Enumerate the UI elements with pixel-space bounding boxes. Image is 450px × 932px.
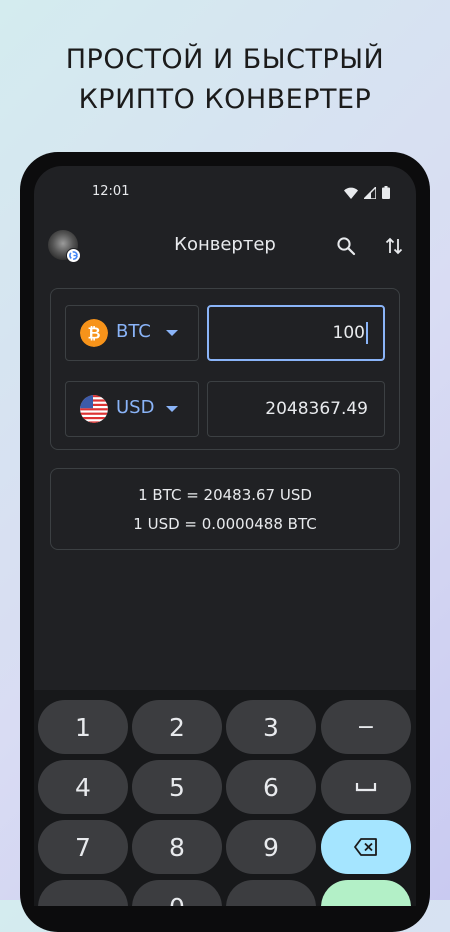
status-bar: 12:01 (34, 184, 416, 204)
key-4[interactable]: 4 (38, 760, 128, 814)
to-currency-selector[interactable]: USD (65, 381, 199, 437)
key-6[interactable]: 6 (226, 760, 316, 814)
status-time: 12:01 (92, 184, 130, 199)
signal-icon (364, 186, 376, 199)
us-flag-icon (80, 395, 108, 423)
exchange-rates-card: 1 BTC = 20483.67 USD 1 USD = 0.0000488 B… (50, 468, 400, 550)
key-1[interactable]: 1 (38, 700, 128, 754)
dropdown-caret-icon (166, 406, 178, 412)
wifi-icon (344, 187, 358, 199)
key-empty-2[interactable] (226, 880, 316, 906)
key-0[interactable]: 0 (132, 880, 222, 906)
from-currency-code: BTC (116, 321, 151, 342)
from-amount-input[interactable]: 100 (207, 305, 385, 361)
swap-button[interactable] (380, 232, 408, 260)
dropdown-caret-icon (166, 330, 178, 336)
headline-line-2: КРИПТО КОНВЕРТЕР (78, 84, 372, 115)
swap-vertical-icon (385, 237, 403, 255)
backspace-icon (354, 838, 377, 856)
promo-headline: ПРОСТОЙ И БЫСТРЫЙ КРИПТО КОНВЕРТЕР (0, 40, 450, 120)
bitcoin-icon: ₿ (80, 319, 108, 347)
submit-key[interactable] (321, 880, 411, 906)
to-amount-value: 2048367.49 (265, 399, 368, 419)
from-amount-value: 100 (332, 323, 365, 343)
rate-line-1: 1 BTC = 20483.67 USD (138, 486, 312, 504)
headline-line-1: ПРОСТОЙ И БЫСТРЫЙ (65, 44, 385, 75)
key-5[interactable]: 5 (132, 760, 222, 814)
search-button[interactable] (332, 232, 360, 260)
numeric-keypad: 1 2 3 − 4 5 6 7 8 9 0 (34, 690, 416, 906)
svg-text:₿: ₿ (87, 324, 100, 343)
key-empty[interactable] (38, 880, 128, 906)
key-9[interactable]: 9 (226, 820, 316, 874)
backspace-key[interactable] (321, 820, 411, 874)
key-2[interactable]: 2 (132, 700, 222, 754)
space-key[interactable] (321, 760, 411, 814)
app-screen: 12:01 Конвертер ₿ BTC 100 USD 2048367.49… (34, 166, 416, 906)
text-cursor (366, 322, 368, 344)
battery-icon (382, 186, 390, 199)
converter-card: ₿ BTC 100 USD 2048367.49 (50, 288, 400, 450)
space-icon (355, 783, 377, 792)
to-amount-field[interactable]: 2048367.49 (207, 381, 385, 437)
search-icon (337, 237, 356, 256)
minus-key[interactable]: − (321, 700, 411, 754)
app-bar: Конвертер (34, 228, 416, 264)
rate-line-2: 1 USD = 0.0000488 BTC (133, 515, 317, 533)
from-currency-selector[interactable]: ₿ BTC (65, 305, 199, 361)
key-8[interactable]: 8 (132, 820, 222, 874)
to-currency-code: USD (116, 397, 155, 418)
key-7[interactable]: 7 (38, 820, 128, 874)
key-3[interactable]: 3 (226, 700, 316, 754)
